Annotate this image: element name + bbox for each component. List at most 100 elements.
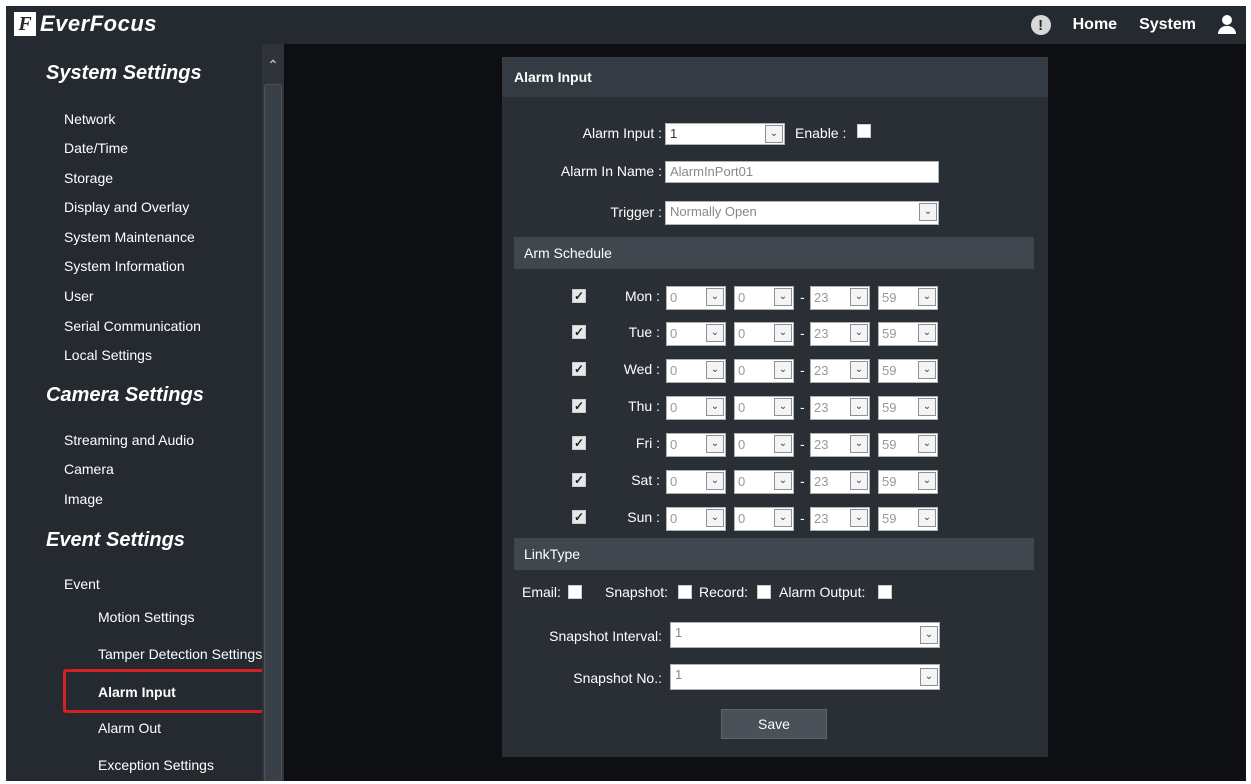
time-value: 0 [670,363,678,378]
time-value: 0 [670,511,678,526]
time-value: 0 [670,326,678,341]
day-label: Fri : [635,435,660,451]
time-value: 0 [670,474,678,489]
chevron-down-icon: ⌄ [774,472,792,490]
start-hour-select[interactable]: 0 ⌄ [666,286,726,310]
start-hour-select[interactable]: 0 ⌄ [666,322,726,346]
day-enable-checkbox[interactable]: ✓ [572,399,586,413]
trigger-select[interactable]: Normally Open ⌄ [665,201,939,225]
day-enable-checkbox[interactable]: ✓ [572,473,586,487]
email-checkbox[interactable] [568,585,582,599]
sidebar-item-display-overlay[interactable]: Display and Overlay [64,199,189,215]
scroll-up-icon[interactable]: ⌃ [262,54,284,76]
section-title-system-settings: System Settings [46,62,202,84]
time-value: 0 [670,290,678,305]
sidebar-item-user[interactable]: User [64,288,94,304]
day-enable-checkbox[interactable]: ✓ [572,436,586,450]
time-range-separator: - [800,510,805,526]
email-label: Email: [522,584,561,600]
sidebar-item-system-maintenance[interactable]: System Maintenance [64,229,195,245]
system-link[interactable]: System [1139,16,1196,34]
chevron-down-icon: ⌄ [918,435,936,453]
end-hour-select[interactable]: 23 ⌄ [810,359,870,383]
chevron-down-icon: ⌄ [918,509,936,527]
alarm-input-select[interactable]: 1 ⌄ [665,123,785,145]
end-minute-select[interactable]: 59 ⌄ [878,322,938,346]
user-icon[interactable] [1218,15,1236,35]
start-hour-select[interactable]: 0 ⌄ [666,359,726,383]
sidebar-item-image[interactable]: Image [64,491,103,507]
record-checkbox[interactable] [757,585,771,599]
end-hour-select[interactable]: 23 ⌄ [810,470,870,494]
alarm-output-label: Alarm Output: [779,584,866,600]
end-hour-select[interactable]: 23 ⌄ [810,396,870,420]
alarm-output-checkbox[interactable] [878,585,892,599]
snapshot-interval-label: Snapshot Interval: [549,628,662,644]
save-button[interactable]: Save [721,709,827,739]
start-hour-select[interactable]: 0 ⌄ [666,433,726,457]
time-value: 23 [814,290,829,305]
time-value: 23 [814,326,829,341]
start-minute-select[interactable]: 0 ⌄ [734,359,794,383]
snapshot-no-value: 1 [675,667,683,682]
start-hour-select[interactable]: 0 ⌄ [666,396,726,420]
start-hour-select[interactable]: 0 ⌄ [666,507,726,531]
sidebar-item-tamper-detection[interactable]: Tamper Detection Settings [98,646,262,662]
sidebar-item-alarm-out[interactable]: Alarm Out [98,720,262,736]
sidebar-item-streaming-audio[interactable]: Streaming and Audio [64,432,194,448]
scroll-thumb[interactable] [264,84,282,781]
end-minute-select[interactable]: 59 ⌄ [878,507,938,531]
chevron-down-icon: ⌄ [706,288,724,306]
sidebar-item-camera[interactable]: Camera [64,461,114,477]
day-enable-checkbox[interactable]: ✓ [572,325,586,339]
start-minute-select[interactable]: 0 ⌄ [734,507,794,531]
sidebar-item-serial-communication[interactable]: Serial Communication [64,318,201,334]
end-hour-select[interactable]: 23 ⌄ [810,322,870,346]
end-minute-select[interactable]: 59 ⌄ [878,286,938,310]
sidebar-item-storage[interactable]: Storage [64,170,113,186]
day-enable-checkbox[interactable]: ✓ [572,289,586,303]
sidebar-item-motion-settings[interactable]: Motion Settings [98,609,262,625]
sidebar-item-date-time[interactable]: Date/Time [64,140,128,156]
snapshot-interval-value: 1 [675,625,683,640]
chevron-down-icon: ⌄ [774,435,792,453]
time-value: 59 [882,437,897,452]
snapshot-interval-select[interactable]: 1 ⌄ [670,622,940,648]
time-range-separator: - [800,362,805,378]
time-range-separator: - [800,473,805,489]
start-minute-select[interactable]: 0 ⌄ [734,286,794,310]
sidebar-item-local-settings[interactable]: Local Settings [64,347,152,363]
brand-logo[interactable]: F EverFocus [14,11,157,37]
sidebar-item-exception-settings[interactable]: Exception Settings [98,757,262,773]
end-hour-select[interactable]: 23 ⌄ [810,433,870,457]
alert-icon[interactable]: ! [1030,15,1051,35]
day-enable-checkbox[interactable]: ✓ [572,362,586,376]
chevron-down-icon: ⌄ [850,435,868,453]
chevron-down-icon: ⌄ [918,288,936,306]
alarm-name-input[interactable]: AlarmInPort01 [665,161,939,183]
enable-checkbox[interactable] [857,124,871,138]
sidebar-item-system-information[interactable]: System Information [64,258,185,274]
snapshot-no-select[interactable]: 1 ⌄ [670,664,940,690]
start-minute-select[interactable]: 0 ⌄ [734,322,794,346]
start-hour-select[interactable]: 0 ⌄ [666,470,726,494]
end-minute-select[interactable]: 59 ⌄ [878,359,938,383]
start-minute-select[interactable]: 0 ⌄ [734,433,794,457]
sidebar-scrollbar[interactable]: ⌃ [262,44,284,781]
home-link[interactable]: Home [1073,16,1117,34]
start-minute-select[interactable]: 0 ⌄ [734,396,794,420]
snapshot-checkbox[interactable] [678,585,692,599]
start-minute-select[interactable]: 0 ⌄ [734,470,794,494]
end-minute-select[interactable]: 59 ⌄ [878,433,938,457]
time-value: 0 [670,400,678,415]
sidebar-item-network[interactable]: Network [64,111,115,127]
end-minute-select[interactable]: 59 ⌄ [878,470,938,494]
check-icon: ✓ [573,473,585,487]
end-hour-select[interactable]: 23 ⌄ [810,507,870,531]
end-hour-select[interactable]: 23 ⌄ [810,286,870,310]
day-enable-checkbox[interactable]: ✓ [572,510,586,524]
chevron-down-icon: ⌄ [920,668,938,686]
time-value: 0 [738,437,746,452]
end-minute-select[interactable]: 59 ⌄ [878,396,938,420]
sidebar-item-event[interactable]: Event [64,576,100,592]
